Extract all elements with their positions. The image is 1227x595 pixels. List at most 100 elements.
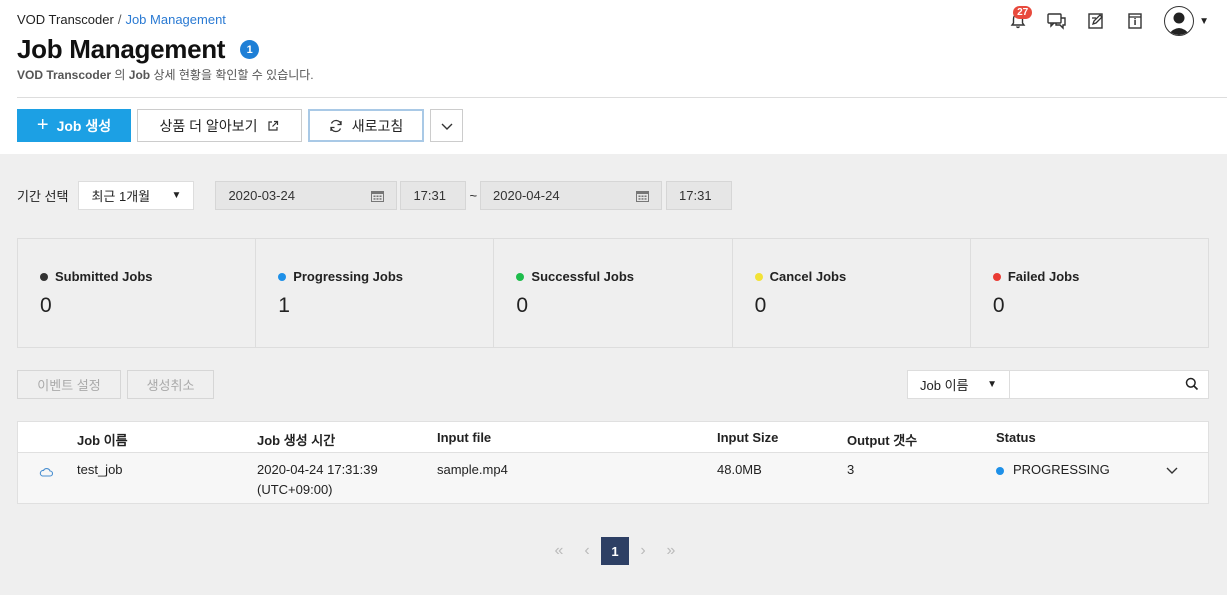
table-row[interactable]: test_job 2020-04-24 17:31:39 (UTC+09:00)… bbox=[18, 453, 1208, 503]
chat-icon bbox=[1047, 13, 1066, 30]
learn-more-button[interactable]: 상품 더 알아보기 bbox=[137, 109, 302, 142]
page-number[interactable]: 1 bbox=[601, 537, 629, 565]
column-header-output-count[interactable]: Output 갯수 bbox=[847, 430, 917, 449]
event-settings-button[interactable]: 이벤트 설정 bbox=[17, 370, 121, 399]
stat-value: 0 bbox=[754, 294, 767, 317]
header-divider bbox=[17, 97, 1227, 98]
job-search: Job 이름 ▼ bbox=[907, 370, 1209, 399]
start-date-value: 2020-03-24 bbox=[228, 188, 295, 203]
row-created-date: 2020-04-24 17:31:39 bbox=[257, 462, 378, 477]
end-time-value: 17:31 bbox=[679, 188, 712, 203]
stat-successful-jobs: Successful Jobs 0 bbox=[494, 239, 733, 347]
row-output-count: 3 bbox=[847, 462, 855, 477]
stat-value: 0 bbox=[516, 294, 529, 317]
refresh-label: 새로고침 bbox=[351, 117, 404, 134]
start-time-field[interactable]: 17:31 bbox=[400, 181, 467, 210]
period-select[interactable]: 최근 1개월 ▼ bbox=[78, 181, 195, 210]
toolbar: + Job 생성 상품 더 알아보기 새로고침 bbox=[17, 109, 469, 142]
breadcrumb-root[interactable]: VOD Transcoder bbox=[17, 12, 114, 27]
row-input-file: sample.mp4 bbox=[437, 462, 508, 477]
stat-value: 0 bbox=[40, 294, 52, 317]
stat-progressing-jobs: Progressing Jobs 1 bbox=[256, 239, 495, 347]
stat-failed-jobs: Failed Jobs 0 bbox=[971, 239, 1208, 347]
breadcrumb: VOD Transcoder / Job Management bbox=[17, 12, 226, 27]
stat-value: 1 bbox=[278, 294, 290, 317]
end-date-value: 2020-04-24 bbox=[493, 188, 560, 203]
refresh-icon bbox=[330, 119, 342, 132]
column-header-created-time[interactable]: Job 생성 시간 bbox=[257, 430, 335, 449]
column-header-job-name[interactable]: Job 이름 bbox=[77, 430, 128, 449]
info-button[interactable] bbox=[1122, 8, 1148, 34]
user-menu-caret-icon[interactable]: ▼ bbox=[1199, 16, 1209, 27]
stat-submitted-jobs: Submitted Jobs 0 bbox=[18, 239, 257, 347]
search-input[interactable] bbox=[1010, 370, 1209, 399]
job-stats-panel: Submitted Jobs 0 Progressing Jobs 1 Succ… bbox=[17, 238, 1209, 348]
user-icon bbox=[1168, 12, 1191, 35]
period-select-value: 최근 1개월 bbox=[91, 189, 151, 204]
subtitle-job: Job bbox=[128, 68, 151, 82]
table-header: Job 이름 Job 생성 시간 Input file Input Size O… bbox=[18, 422, 1208, 453]
notification-button[interactable]: 27 bbox=[1005, 6, 1033, 34]
stat-label: Successful Jobs bbox=[531, 269, 635, 284]
first-page-icon[interactable]: « bbox=[545, 537, 573, 565]
row-status-label: PROGRESSING bbox=[1013, 462, 1110, 477]
table-actions: 이벤트 설정 생성취소 bbox=[17, 370, 220, 399]
status-dot bbox=[516, 272, 525, 281]
plus-icon: + bbox=[36, 114, 49, 136]
more-options-dropdown[interactable] bbox=[430, 109, 463, 142]
refresh-button[interactable]: 새로고침 bbox=[308, 109, 424, 142]
page-title: Job Management bbox=[17, 34, 226, 64]
next-page-icon[interactable]: › bbox=[629, 537, 657, 565]
row-created-timezone: (UTC+09:00) bbox=[257, 482, 333, 497]
status-dot bbox=[278, 272, 287, 281]
pagination: « ‹ 1 › » bbox=[545, 537, 685, 565]
status-dot bbox=[992, 272, 1001, 281]
end-date-field[interactable]: 2020-04-24 bbox=[480, 181, 663, 210]
edit-icon bbox=[1088, 13, 1104, 29]
status-dot bbox=[40, 272, 48, 281]
stat-label: Failed Jobs bbox=[1007, 269, 1080, 284]
column-header-status[interactable]: Status bbox=[996, 430, 1036, 445]
date-range-separator: ~ bbox=[469, 188, 478, 203]
stat-label: Progressing Jobs bbox=[293, 269, 404, 284]
cancel-creation-button[interactable]: 생성취소 bbox=[127, 370, 214, 399]
search-icon[interactable] bbox=[1185, 377, 1199, 391]
column-header-input-file[interactable]: Input file bbox=[437, 430, 491, 445]
subtitle-mid: 의 bbox=[114, 68, 126, 82]
calendar-icon bbox=[371, 190, 385, 202]
stat-label: Submitted Jobs bbox=[55, 269, 153, 284]
chevron-down-icon bbox=[441, 123, 452, 130]
end-time-field[interactable]: 17:31 bbox=[666, 181, 733, 210]
external-link-icon bbox=[268, 120, 279, 131]
page-subtitle: VOD Transcoder 의 Job 상세 현황을 확인할 수 있습니다. bbox=[17, 66, 314, 83]
job-count-badge: 1 bbox=[240, 40, 260, 59]
info-book-icon bbox=[1128, 13, 1142, 29]
last-page-icon[interactable]: » bbox=[657, 537, 685, 565]
row-input-size: 48.0MB bbox=[717, 462, 762, 477]
row-expand-chevron-icon[interactable] bbox=[1165, 466, 1179, 476]
stat-label: Cancel Jobs bbox=[769, 269, 847, 284]
user-avatar[interactable] bbox=[1164, 6, 1195, 36]
prev-page-icon[interactable]: ‹ bbox=[573, 537, 601, 565]
status-dot bbox=[754, 272, 763, 281]
row-job-name[interactable]: test_job bbox=[77, 462, 123, 477]
title-row: Job Management 1 bbox=[17, 34, 260, 65]
start-date-field[interactable]: 2020-03-24 bbox=[215, 181, 398, 210]
page-header-area: VOD Transcoder / Job Management Job Manage… bbox=[0, 0, 1227, 154]
column-header-input-size[interactable]: Input Size bbox=[717, 430, 778, 445]
edit-button[interactable] bbox=[1083, 8, 1109, 34]
breadcrumb-current[interactable]: Job Management bbox=[125, 12, 225, 27]
search-field-select[interactable]: Job 이름 ▼ bbox=[907, 370, 1010, 399]
period-filter: 기간 선택 최근 1개월 ▼ 2020-03-24 17:31 ~ 2020-0… bbox=[17, 181, 733, 210]
start-time-value: 17:31 bbox=[413, 188, 446, 203]
chat-button[interactable] bbox=[1044, 8, 1070, 34]
create-job-button[interactable]: + Job 생성 bbox=[17, 109, 131, 142]
create-job-label: Job 생성 bbox=[56, 117, 112, 134]
learn-more-label: 상품 더 알아보기 bbox=[159, 117, 258, 134]
stat-cancel-jobs: Cancel Jobs 0 bbox=[733, 239, 971, 347]
caret-down-icon: ▼ bbox=[171, 190, 182, 201]
period-label: 기간 선택 bbox=[17, 189, 69, 204]
subtitle-brand: VOD Transcoder bbox=[17, 68, 112, 82]
header-icons: 27 ▼ bbox=[992, 6, 1209, 36]
stat-value: 0 bbox=[992, 294, 1005, 317]
